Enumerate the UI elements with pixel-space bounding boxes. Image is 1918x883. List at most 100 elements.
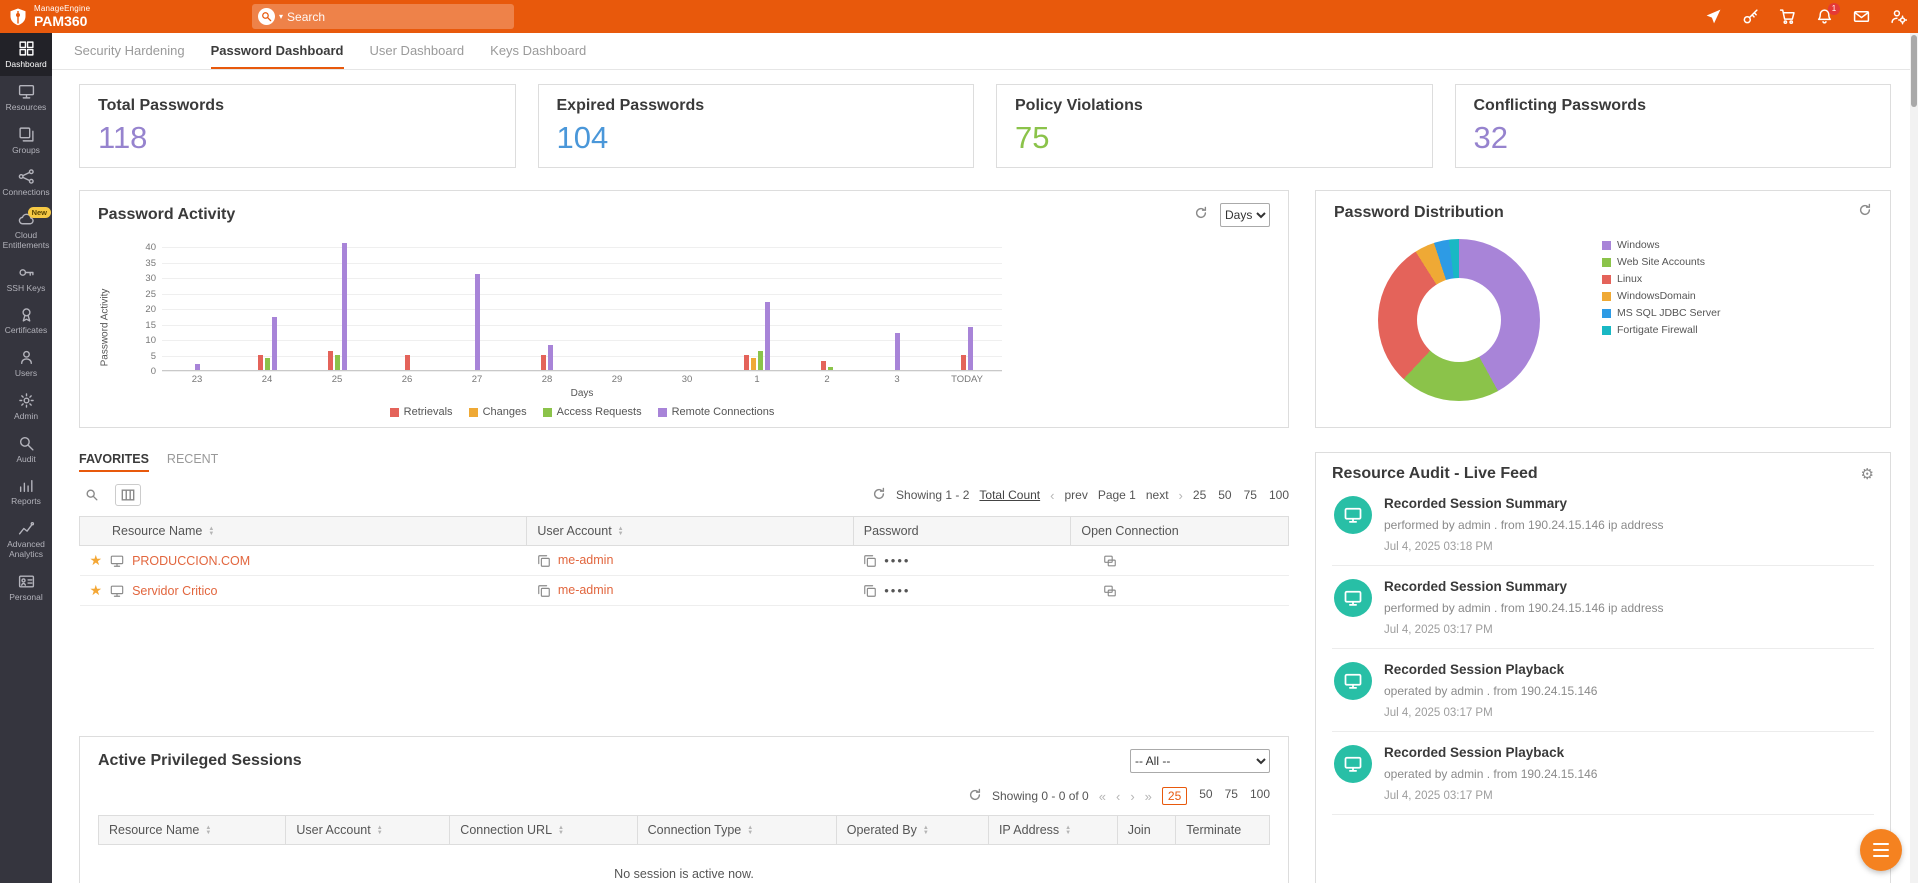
sort-icon[interactable]: ▲ ▼ [205, 825, 211, 836]
sidebar-item-dashboard[interactable]: Dashboard [0, 33, 52, 76]
refresh-icon[interactable] [872, 487, 886, 504]
sidebar-item-groups[interactable]: Groups [0, 119, 52, 162]
user-settings-icon[interactable] [1888, 7, 1908, 27]
favorite-star-icon[interactable]: ★ [90, 582, 103, 599]
refresh-icon[interactable] [1858, 203, 1872, 222]
total-count-link[interactable]: Total Count [979, 488, 1040, 502]
next-page-icon[interactable]: › [1130, 789, 1134, 804]
whats-new-icon[interactable] [1703, 7, 1723, 27]
col-open-connection[interactable]: Open Connection [1070, 516, 1289, 546]
tab-security-hardening[interactable]: Security Hardening [74, 33, 185, 69]
prev-label[interactable]: prev [1064, 488, 1087, 502]
search-input[interactable] [287, 9, 468, 24]
open-connection-icon[interactable] [1081, 583, 1117, 598]
mail-icon[interactable] [1851, 7, 1871, 27]
col-user-account[interactable]: User Account ▲ ▼ [285, 815, 451, 845]
sidebar-item-users[interactable]: Users [0, 342, 52, 385]
sort-icon[interactable]: ▲ ▼ [1065, 825, 1071, 836]
col-operated-by[interactable]: Operated By ▲ ▼ [835, 815, 989, 845]
sidebar-item-admin[interactable]: Admin [0, 385, 52, 428]
col-ip-address[interactable]: IP Address ▲ ▼ [987, 815, 1118, 845]
next-label[interactable]: next [1146, 488, 1169, 502]
table-search-icon[interactable] [79, 484, 105, 506]
sort-icon[interactable]: ▲ ▼ [747, 825, 753, 836]
col-user-account[interactable]: User Account ▲ ▼ [526, 516, 854, 546]
page-size-50[interactable]: 50 [1199, 787, 1212, 805]
sidebar-item-advanced-analytics[interactable]: Advanced Analytics [0, 513, 52, 566]
refresh-icon[interactable] [1194, 206, 1208, 225]
session-filter-select[interactable]: -- All -- [1130, 749, 1270, 773]
copy-icon[interactable] [863, 553, 877, 568]
page-size-75[interactable]: 75 [1244, 488, 1257, 502]
feed-item[interactable]: Recorded Session Playback operated by ad… [1332, 649, 1874, 732]
col-connection-type[interactable]: Connection Type ▲ ▼ [636, 815, 837, 845]
favorite-star-icon[interactable]: ★ [90, 552, 103, 569]
col-resource-name[interactable]: Resource Name ▲ ▼ [97, 815, 287, 845]
sort-icon[interactable]: ▲ ▼ [618, 526, 624, 537]
tab-user-dashboard[interactable]: User Dashboard [370, 33, 465, 69]
store-cart-icon[interactable] [1777, 7, 1797, 27]
stat-card[interactable]: Total Passwords 118 [79, 84, 516, 168]
quick-actions-fab[interactable] [1860, 829, 1902, 871]
page-size-100[interactable]: 100 [1269, 488, 1289, 502]
sort-icon[interactable]: ▲ ▼ [923, 825, 929, 836]
page-size-100[interactable]: 100 [1250, 787, 1270, 805]
feed-item[interactable]: Recorded Session Summary performed by ad… [1332, 483, 1874, 566]
sidebar-item-audit[interactable]: Audit [0, 428, 52, 471]
copy-icon[interactable] [863, 583, 877, 598]
prev-page-icon[interactable]: ‹ [1050, 488, 1054, 503]
feed-item[interactable]: Recorded Session Summary performed by ad… [1332, 566, 1874, 649]
sidebar-item-ssh-keys[interactable]: SSH Keys [0, 257, 52, 300]
feed-settings-gear-icon[interactable]: ⚙ [1861, 465, 1874, 483]
scrollbar-thumb[interactable] [1911, 35, 1917, 107]
sidebar-item-personal[interactable]: Personal [0, 566, 52, 609]
copy-icon[interactable] [537, 583, 551, 598]
next-page-icon[interactable]: › [1179, 488, 1183, 503]
open-connection-icon[interactable] [1081, 553, 1117, 568]
tab-password-dashboard[interactable]: Password Dashboard [210, 33, 344, 69]
search-scope-caret-icon[interactable]: ▾ [279, 12, 283, 21]
page-size-25[interactable]: 25 [1193, 488, 1206, 502]
notifications-bell-icon[interactable]: 1 [1814, 2, 1840, 27]
sort-icon[interactable]: ▲ ▼ [558, 825, 564, 836]
col-connection-url[interactable]: Connection URL ▲ ▼ [449, 815, 638, 845]
sidebar-item-certificates[interactable]: Certificates [0, 299, 52, 342]
first-page-icon[interactable]: « [1099, 789, 1106, 804]
resource-link[interactable]: Servidor Critico [132, 584, 217, 598]
tab-favorites[interactable]: FAVORITES [79, 452, 149, 472]
tab-recent[interactable]: RECENT [167, 452, 218, 472]
stat-card[interactable]: Conflicting Passwords 32 [1454, 84, 1891, 168]
sidebar-item-resources[interactable]: Resources [0, 76, 52, 119]
search-icon[interactable] [258, 8, 275, 25]
y-tick-label: 35 [145, 257, 156, 269]
page-size-25[interactable]: 25 [1161, 787, 1188, 805]
legend-item: Fortigate Firewall [1602, 324, 1720, 336]
topbar: ManageEngine PAM360 ▾ 1 [0, 0, 1918, 33]
stat-card[interactable]: Policy Violations 75 [996, 84, 1433, 168]
activity-range-select[interactable]: Days [1220, 203, 1270, 227]
page-size-50[interactable]: 50 [1218, 488, 1231, 502]
account-link[interactable]: me-admin [558, 583, 614, 597]
sort-icon[interactable]: ▲ ▼ [208, 526, 214, 537]
stat-card[interactable]: Expired Passwords 104 [537, 84, 974, 168]
tab-keys-dashboard[interactable]: Keys Dashboard [490, 33, 586, 69]
prev-page-icon[interactable]: ‹ [1116, 789, 1120, 804]
account-link[interactable]: me-admin [558, 553, 614, 567]
feed-item[interactable]: Recorded Session Playback operated by ad… [1332, 732, 1874, 815]
col-resource-name[interactable]: Resource Name ▲ ▼ [78, 516, 528, 546]
page-scrollbar[interactable] [1910, 33, 1918, 883]
sidebar-item-reports[interactable]: Reports [0, 470, 52, 513]
refresh-icon[interactable] [968, 788, 982, 805]
col-password[interactable]: Password [852, 516, 1072, 546]
sidebar-item-cloud-entitlements[interactable]: New Cloud Entitlements [0, 204, 52, 257]
tools-icon[interactable] [1740, 7, 1760, 27]
resource-link[interactable]: PRODUCCION.COM [132, 554, 250, 568]
page-size-75[interactable]: 75 [1225, 787, 1238, 805]
column-chooser-icon[interactable] [115, 484, 141, 506]
last-page-icon[interactable]: » [1145, 789, 1152, 804]
copy-icon[interactable] [537, 553, 551, 568]
sort-icon[interactable]: ▲ ▼ [377, 825, 383, 836]
sidebar-item-connections[interactable]: Connections [0, 161, 52, 204]
global-search[interactable]: ▾ [252, 4, 514, 29]
brand-logo[interactable]: ManageEngine PAM360 [0, 5, 190, 28]
